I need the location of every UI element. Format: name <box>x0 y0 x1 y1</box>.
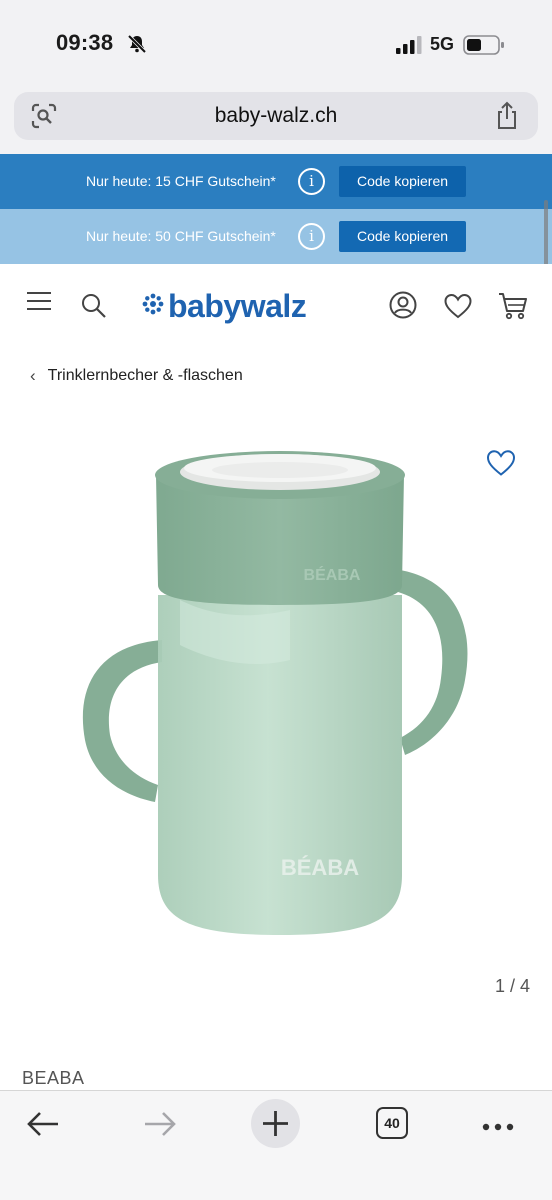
browser-address-area: baby-walz.ch <box>0 84 552 154</box>
plus-icon <box>263 1111 288 1136</box>
cup-body-brand-mark: BÉABA <box>281 855 359 880</box>
promo-banner-15: Nur heute: 15 CHF Gutschein* i Code kopi… <box>0 154 552 209</box>
copy-code-button[interactable]: Code kopieren <box>339 221 466 252</box>
account-icon[interactable] <box>389 291 417 324</box>
logo-text: babywalz <box>168 288 307 324</box>
image-counter: 1 / 4 <box>494 976 530 996</box>
cup-brand-mark: BÉABA <box>304 565 361 584</box>
cell-signal-icon <box>396 36 424 59</box>
browser-toolbar: 40 <box>0 1090 552 1200</box>
wishlist-icon[interactable] <box>444 293 472 324</box>
product-image[interactable]: BÉABA BÉABA <box>60 420 490 960</box>
battery-icon <box>463 35 505 60</box>
promo-text: Nur heute: 50 CHF Gutschein* <box>86 228 276 244</box>
babywalz-logo[interactable]: babywalz <box>142 288 307 325</box>
add-to-wishlist-icon[interactable] <box>486 449 516 482</box>
status-bar: 09:38 5G <box>0 0 552 84</box>
more-icon[interactable] <box>481 1119 515 1137</box>
product-brand[interactable]: BEABA <box>22 1068 85 1089</box>
cart-icon[interactable] <box>498 291 528 326</box>
promo-banner-50: Nur heute: 50 CHF Gutschein* i Code kopi… <box>0 209 552 264</box>
breadcrumb[interactable]: ‹ Trinklernbecher & -flaschen <box>30 366 243 386</box>
promo-text: Nur heute: 15 CHF Gutschein* <box>86 173 276 189</box>
new-tab-button[interactable] <box>251 1099 300 1148</box>
site-header: babywalz <box>0 264 552 350</box>
status-time: 09:38 <box>56 30 114 55</box>
share-icon[interactable] <box>494 101 520 136</box>
info-icon[interactable]: i <box>298 168 325 195</box>
copy-code-button[interactable]: Code kopieren <box>339 166 466 197</box>
back-arrow-icon[interactable] <box>26 1110 60 1143</box>
tabs-button[interactable]: 40 <box>376 1107 408 1139</box>
forward-arrow-icon <box>143 1110 177 1143</box>
breadcrumb-category[interactable]: Trinklernbecher & -flaschen <box>48 367 243 385</box>
bell-muted-icon <box>126 33 148 60</box>
search-icon[interactable] <box>80 292 108 325</box>
info-icon[interactable]: i <box>298 223 325 250</box>
menu-icon[interactable] <box>26 290 52 317</box>
address-bar[interactable]: baby-walz.ch <box>14 92 538 140</box>
network-type: 5G <box>430 34 455 54</box>
chevron-left-icon: ‹ <box>30 366 36 385</box>
logo-flower-icon <box>142 293 164 320</box>
url-text[interactable]: baby-walz.ch <box>14 104 538 128</box>
